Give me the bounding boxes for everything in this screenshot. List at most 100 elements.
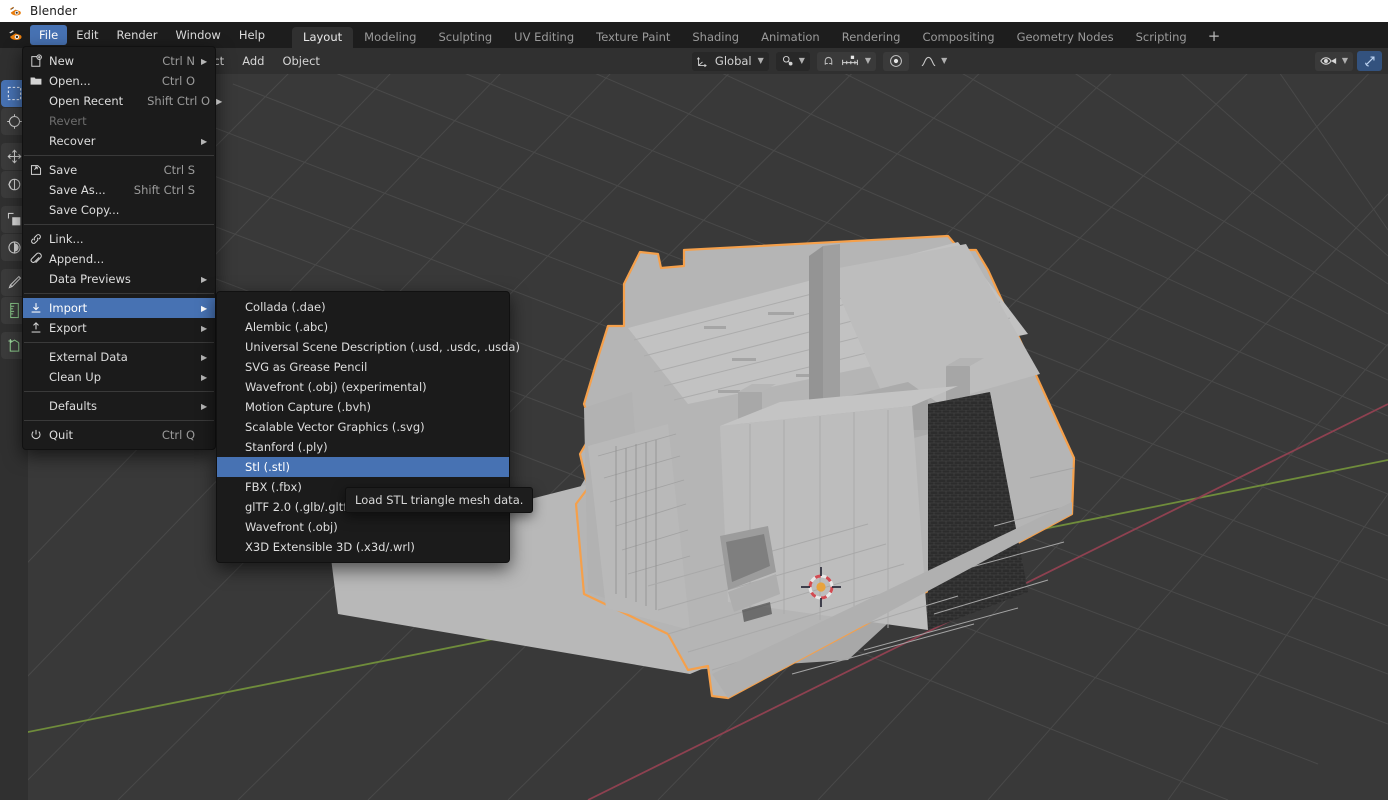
file-dropdown-menu[interactable]: New Ctrl N ▶ Open... Ctrl O Open Recent … — [22, 46, 216, 450]
file-menu-item-recover[interactable]: Recover ▶ — [23, 131, 215, 151]
snap-controls-group: ▼ — [817, 52, 876, 71]
file-menu-shortcut-quit: Ctrl Q — [162, 428, 195, 442]
add-cube-icon — [6, 337, 23, 354]
transform-icon — [6, 239, 23, 256]
file-menu-item-export[interactable]: Export ▶ — [23, 318, 215, 338]
blender-logo-icon — [8, 4, 23, 19]
os-titlebar: Blender — [0, 0, 1388, 22]
file-menu-item-link[interactable]: Link... — [23, 229, 215, 249]
import-item-alembic[interactable]: Alembic (.abc) — [217, 317, 509, 337]
transform-orientation-dropdown[interactable]: Global ▼ — [692, 52, 769, 71]
file-menu-shortcut-open-recent: Shift Ctrl O — [147, 94, 210, 108]
menu-window[interactable]: Window — [166, 25, 229, 45]
file-menu-item-clean-up[interactable]: Clean Up ▶ — [23, 367, 215, 387]
magnet-icon[interactable] — [822, 55, 835, 68]
visibility-dropdown[interactable]: ▼ — [1315, 52, 1353, 71]
folder-open-icon — [23, 74, 49, 88]
viewport-menu-object[interactable]: Object — [274, 52, 327, 71]
file-menu-label-new: New — [49, 54, 138, 68]
chevron-right-icon: ▶ — [201, 353, 209, 362]
import-label-x3d: X3D Extensible 3D (.x3d/.wrl) — [245, 540, 503, 554]
file-menu-label-save-as: Save As... — [49, 183, 110, 197]
import-item-stl[interactable]: Stl (.stl) — [217, 457, 509, 477]
tab-uv-editing[interactable]: UV Editing — [503, 27, 585, 48]
file-menu-label-append: Append... — [49, 252, 195, 266]
orientation-axes-icon — [696, 55, 709, 68]
snap-target-dropdown[interactable]: ▼ — [776, 52, 810, 71]
menu-separator — [24, 155, 214, 156]
file-menu-label-external-data: External Data — [49, 350, 195, 364]
file-menu-item-external-data[interactable]: External Data ▶ — [23, 347, 215, 367]
file-menu-label-clean-up: Clean Up — [49, 370, 195, 384]
import-item-svg-grease-pencil[interactable]: SVG as Grease Pencil — [217, 357, 509, 377]
file-menu-item-import[interactable]: Import ▶ — [23, 298, 215, 318]
annotate-pen-icon — [6, 274, 23, 291]
file-menu-item-save[interactable]: Save Ctrl S — [23, 160, 215, 180]
chevron-down-icon[interactable]: ▼ — [865, 57, 871, 65]
ruler-measure-icon — [7, 302, 22, 319]
workspace-tabs: Layout Modeling Sculpting UV Editing Tex… — [292, 22, 1230, 48]
import-item-x3d[interactable]: X3D Extensible 3D (.x3d/.wrl) — [217, 537, 509, 557]
file-menu-item-save-copy[interactable]: Save Copy... — [23, 200, 215, 220]
tab-sculpting[interactable]: Sculpting — [427, 27, 503, 48]
menu-help[interactable]: Help — [230, 25, 274, 45]
menu-render[interactable]: Render — [108, 25, 167, 45]
import-item-wavefront-experimental[interactable]: Wavefront (.obj) (experimental) — [217, 377, 509, 397]
import-label-motion-capture: Motion Capture (.bvh) — [245, 400, 503, 414]
link-chain-icon — [23, 232, 49, 246]
tooltip: Load STL triangle mesh data. — [345, 487, 533, 513]
import-item-collada[interactable]: Collada (.dae) — [217, 297, 509, 317]
tab-shading[interactable]: Shading — [681, 27, 750, 48]
file-menu-item-data-previews[interactable]: Data Previews ▶ — [23, 269, 215, 289]
tab-compositing[interactable]: Compositing — [911, 27, 1005, 48]
tab-animation[interactable]: Animation — [750, 27, 831, 48]
chevron-right-icon: ▶ — [201, 275, 209, 284]
import-label-alembic: Alembic (.abc) — [245, 320, 503, 334]
tab-texture-paint[interactable]: Texture Paint — [585, 27, 681, 48]
proportional-editing-group: ▼ — [916, 52, 952, 71]
tab-modeling[interactable]: Modeling — [353, 27, 427, 48]
tab-layout[interactable]: Layout — [292, 27, 353, 48]
pivot-median-point-icon — [889, 54, 903, 68]
blender-app-menu-icon[interactable] — [0, 22, 30, 48]
import-item-wavefront[interactable]: Wavefront (.obj) — [217, 517, 509, 537]
import-item-svg[interactable]: Scalable Vector Graphics (.svg) — [217, 417, 509, 437]
tab-scripting[interactable]: Scripting — [1125, 27, 1198, 48]
import-item-usd[interactable]: Universal Scene Description (.usd, .usdc… — [217, 337, 509, 357]
viewport-gizmo-toggle[interactable] — [1357, 51, 1382, 71]
import-label-collada: Collada (.dae) — [245, 300, 503, 314]
import-label-wavefront-experimental: Wavefront (.obj) (experimental) — [245, 380, 503, 394]
file-menu-label-quit: Quit — [49, 428, 138, 442]
snap-increment-icon[interactable] — [841, 55, 859, 67]
import-item-motion-capture[interactable]: Motion Capture (.bvh) — [217, 397, 509, 417]
file-menu-item-append[interactable]: Append... — [23, 249, 215, 269]
file-menu-label-open-recent: Open Recent — [49, 94, 123, 108]
pivot-point-dropdown[interactable] — [883, 52, 909, 71]
file-menu-item-new[interactable]: New Ctrl N ▶ — [23, 51, 215, 71]
save-icon — [23, 163, 49, 177]
new-file-icon — [23, 54, 49, 68]
menu-file[interactable]: File — [30, 25, 67, 45]
add-workspace-button[interactable]: + — [1198, 27, 1231, 48]
file-menu-item-quit[interactable]: Quit Ctrl Q — [23, 425, 215, 445]
file-menu-item-save-as[interactable]: Save As... Shift Ctrl S — [23, 180, 215, 200]
file-menu-item-open[interactable]: Open... Ctrl O — [23, 71, 215, 91]
3d-cursor-icon — [6, 113, 23, 130]
file-menu-item-defaults[interactable]: Defaults ▶ — [23, 396, 215, 416]
transform-orientation-value: Global — [713, 54, 754, 68]
tab-rendering[interactable]: Rendering — [831, 27, 912, 48]
import-item-stanford-ply[interactable]: Stanford (.ply) — [217, 437, 509, 457]
rotate-icon — [6, 176, 23, 193]
tooltip-text: Load STL triangle mesh data. — [355, 493, 523, 507]
menu-edit[interactable]: Edit — [67, 25, 107, 45]
viewport-menu-add[interactable]: Add — [234, 52, 272, 71]
file-menu-item-open-recent[interactable]: Open Recent Shift Ctrl O ▶ — [23, 91, 215, 111]
import-submenu[interactable]: Collada (.dae) Alembic (.abc) Universal … — [216, 291, 510, 563]
tab-geometry-nodes[interactable]: Geometry Nodes — [1006, 27, 1125, 48]
viewport-header-right: ▼ — [1315, 51, 1382, 71]
chevron-down-icon: ▼ — [1342, 57, 1348, 65]
proportional-falloff-icon[interactable] — [921, 55, 936, 68]
file-menu-label-save: Save — [49, 163, 140, 177]
chevron-down-icon[interactable]: ▼ — [941, 57, 947, 65]
file-menu-shortcut-save-as: Shift Ctrl S — [134, 183, 195, 197]
